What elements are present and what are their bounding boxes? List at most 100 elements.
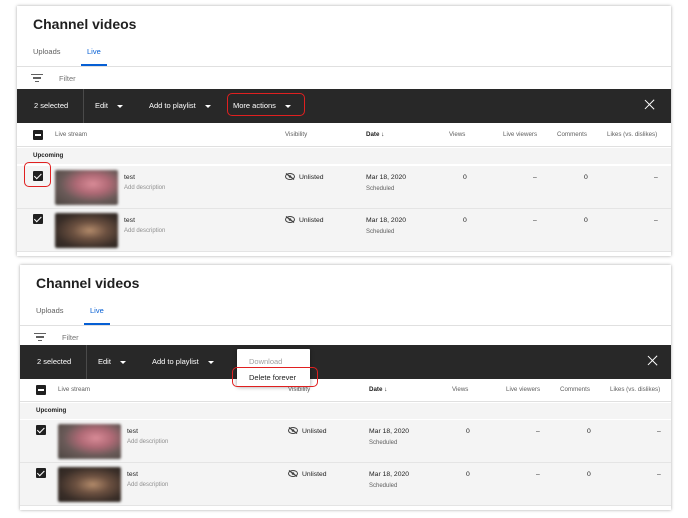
eye-off-icon [288, 470, 298, 477]
live-viewers-value: – [536, 428, 540, 435]
select-all-checkbox[interactable] [33, 130, 43, 140]
video-thumbnail[interactable] [55, 170, 118, 205]
filter-input[interactable] [59, 74, 259, 83]
row-checkbox[interactable] [36, 468, 46, 478]
comments-value: 0 [587, 428, 591, 435]
live-viewers-value: – [533, 217, 537, 224]
video-thumbnail[interactable] [58, 467, 121, 502]
highlight-row-checkbox [24, 162, 51, 187]
arrow-down-icon: ↓ [384, 386, 388, 393]
row-checkbox[interactable] [36, 425, 46, 435]
status-value: Scheduled [366, 186, 395, 192]
col-visibility: Visibility [288, 386, 311, 393]
video-thumbnail[interactable] [58, 424, 121, 459]
menu-item-download: Download [249, 357, 283, 366]
col-visibility: Visibility [285, 131, 308, 138]
arrow-down-icon: ↓ [381, 131, 385, 138]
video-description: Add description [124, 228, 166, 234]
visibility-value: Unlisted [302, 428, 327, 435]
video-title[interactable]: test [124, 217, 135, 224]
video-title[interactable]: test [127, 428, 138, 435]
divider [86, 345, 87, 379]
comments-value: 0 [584, 217, 588, 224]
add-to-playlist-button[interactable]: Add to playlist [149, 101, 211, 110]
active-tab-indicator [84, 323, 110, 325]
select-all-checkbox[interactable] [36, 385, 46, 395]
page-title: Channel videos [33, 16, 137, 32]
date-value: Mar 18, 2020 [369, 428, 410, 435]
selected-count: 2 selected [37, 357, 72, 366]
col-views: Views [449, 131, 466, 138]
eye-off-icon [285, 216, 295, 223]
col-views: Views [452, 386, 469, 393]
table-row: test Add description Unlisted Mar 18, 20… [17, 166, 671, 209]
close-icon[interactable] [647, 355, 658, 366]
section-label: Upcoming [36, 407, 67, 414]
video-title[interactable]: test [127, 471, 138, 478]
filter-input[interactable] [62, 333, 262, 342]
filter-icon[interactable] [34, 333, 46, 343]
selected-count: 2 selected [34, 101, 69, 110]
chevron-down-icon [119, 360, 126, 364]
col-likes: Likes (vs. dislikes) [610, 386, 661, 393]
highlight-more-actions [227, 93, 305, 116]
row-checkbox[interactable] [33, 214, 43, 224]
edit-menu-button[interactable]: Edit [95, 101, 123, 110]
comments-value: 0 [584, 174, 588, 181]
table-header: Live stream Visibility Date ↓ Views Live… [20, 378, 671, 402]
tab-uploads[interactable]: Uploads [36, 306, 64, 315]
date-value: Mar 18, 2020 [366, 217, 407, 224]
channel-videos-panel-top: Channel videos Uploads Live 2 selected E… [17, 6, 671, 256]
col-date[interactable]: Date ↓ [366, 131, 384, 138]
close-icon[interactable] [644, 99, 655, 110]
video-description: Add description [127, 482, 169, 488]
table-header: Live stream Visibility Date ↓ Views Live… [17, 123, 671, 147]
section-upcoming: Upcoming [20, 403, 671, 419]
video-thumbnail[interactable] [55, 213, 118, 248]
tab-bar: Uploads Live [20, 301, 671, 326]
video-description: Add description [124, 185, 166, 191]
views-value: 0 [466, 428, 470, 435]
edit-menu-button[interactable]: Edit [98, 357, 126, 366]
tab-live[interactable]: Live [90, 306, 104, 315]
section-label: Upcoming [33, 152, 64, 159]
likes-value: – [654, 174, 658, 181]
col-live-stream: Live stream [58, 386, 90, 393]
col-comments: Comments [557, 131, 587, 138]
status-value: Scheduled [369, 483, 398, 489]
add-to-playlist-label: Add to playlist [152, 357, 199, 366]
page-title: Channel videos [36, 275, 140, 291]
filter-icon[interactable] [31, 74, 43, 84]
highlight-delete-forever [232, 367, 318, 387]
likes-value: – [657, 428, 661, 435]
visibility-value: Unlisted [299, 174, 324, 181]
views-value: 0 [466, 471, 470, 478]
chevron-down-icon [204, 104, 211, 108]
table-row: test Add description Unlisted Mar 18, 20… [20, 420, 671, 463]
add-to-playlist-label: Add to playlist [149, 101, 196, 110]
live-viewers-value: – [533, 174, 537, 181]
selection-action-bar: 2 selected Edit Add to playlist More act… [17, 89, 671, 123]
col-live-stream: Live stream [55, 131, 87, 138]
add-to-playlist-button[interactable]: Add to playlist [152, 357, 214, 366]
col-date[interactable]: Date ↓ [369, 386, 387, 393]
col-live-viewers: Live viewers [503, 131, 538, 138]
col-date-label: Date [366, 131, 380, 138]
table-row: test Add description Unlisted Mar 18, 20… [17, 209, 671, 252]
divider [83, 89, 84, 123]
col-likes: Likes (vs. dislikes) [607, 131, 658, 138]
col-comments: Comments [560, 386, 590, 393]
live-viewers-value: – [536, 471, 540, 478]
chevron-down-icon [116, 104, 123, 108]
tab-live[interactable]: Live [87, 47, 101, 56]
eye-off-icon [288, 427, 298, 434]
chevron-down-icon [207, 360, 214, 364]
edit-label: Edit [98, 357, 111, 366]
edit-label: Edit [95, 101, 108, 110]
section-upcoming: Upcoming [17, 148, 671, 164]
views-value: 0 [463, 174, 467, 181]
tab-uploads[interactable]: Uploads [33, 47, 61, 56]
selection-action-bar: 2 selected Edit Add to playlist [20, 345, 671, 379]
video-title[interactable]: test [124, 174, 135, 181]
channel-videos-panel-bottom: Channel videos Uploads Live 2 selected E… [20, 265, 671, 510]
